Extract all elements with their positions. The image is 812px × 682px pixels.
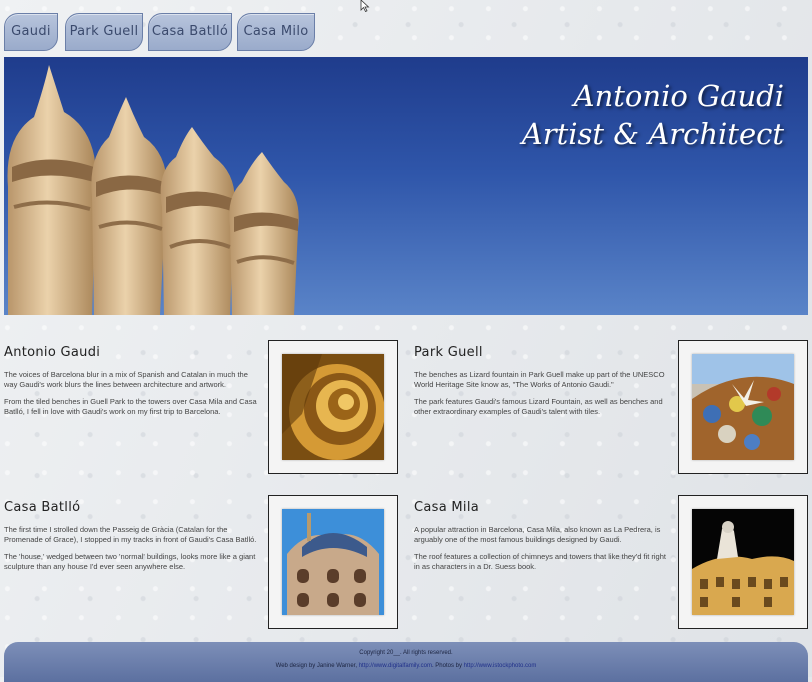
section-casa-batllo: Casa Batlló The first time I strolled do… bbox=[4, 495, 399, 634]
section-text: The benches as Lizard fountain in Park G… bbox=[414, 370, 669, 424]
tab-casa-milo[interactable]: Casa Milo bbox=[237, 13, 315, 51]
lizard-bench-photo bbox=[692, 354, 794, 460]
tab-gaudi[interactable]: Gaudi bbox=[4, 13, 58, 51]
photos-link[interactable]: http://www.istockphoto.com bbox=[464, 663, 537, 669]
tab-casa-batllo[interactable]: Casa Batlló bbox=[148, 13, 232, 51]
section-paragraph: The roof features a collection of chimne… bbox=[414, 552, 666, 571]
section-title: Antonio Gaudi bbox=[4, 345, 101, 360]
mouse-cursor-icon bbox=[360, 0, 370, 12]
section-paragraph: The 'house,' wedged between two 'normal'… bbox=[4, 552, 256, 571]
hero-banner: Antonio Gaudi Artist & Architect bbox=[4, 57, 808, 315]
footer: Copyright 20__. All rights reserved. Web… bbox=[4, 642, 808, 682]
casa-batllo-photo bbox=[282, 509, 384, 615]
section-park-guell: Park Guell The benches as Lizard fountai… bbox=[414, 340, 809, 479]
footer-photos-text: . Photos by bbox=[431, 663, 462, 669]
section-text: A popular attraction in Barcelona, Casa … bbox=[414, 525, 669, 579]
section-title: Park Guell bbox=[414, 345, 483, 360]
section-text: The first time I strolled down the Passe… bbox=[4, 525, 259, 579]
section-paragraph: The first time I strolled down the Passe… bbox=[4, 525, 257, 544]
section-casa-mila: Casa Mila A popular attraction in Barcel… bbox=[414, 495, 809, 634]
hero-title: Antonio Gaudi Artist & Architect bbox=[522, 77, 784, 153]
photo-frame[interactable] bbox=[268, 495, 398, 629]
section-paragraph: The park features Gaudi's famous Lizard … bbox=[414, 397, 663, 416]
photo-frame[interactable] bbox=[678, 340, 808, 474]
section-title: Casa Mila bbox=[414, 500, 480, 515]
section-title: Casa Batlló bbox=[4, 500, 81, 515]
hero-title-line1: Antonio Gaudi bbox=[573, 79, 784, 113]
staircase-photo bbox=[282, 354, 384, 460]
casa-mila-photo bbox=[692, 509, 794, 615]
photo-frame[interactable] bbox=[268, 340, 398, 474]
footer-copyright: Copyright 20__. All rights reserved. bbox=[359, 650, 453, 656]
hero-title-line2: Artist & Architect bbox=[521, 117, 784, 151]
section-antonio-gaudi: Antonio Gaudi The voices of Barcelona bl… bbox=[4, 340, 399, 479]
designer-link[interactable]: http://www.digitalfamily.com bbox=[359, 663, 432, 669]
section-paragraph: The benches as Lizard fountain in Park G… bbox=[414, 370, 665, 389]
section-text: The voices of Barcelona blur in a mix of… bbox=[4, 370, 259, 424]
photo-frame[interactable] bbox=[678, 495, 808, 629]
section-paragraph: A popular attraction in Barcelona, Casa … bbox=[414, 525, 661, 544]
section-paragraph: From the tiled benches in Guell Park to … bbox=[4, 397, 257, 416]
footer-design-text: Web design by Janine Warner, bbox=[275, 663, 358, 669]
footer-credits: Web design by Janine Warner, http://www.… bbox=[4, 663, 808, 669]
tab-park-guell[interactable]: Park Guell bbox=[65, 13, 143, 51]
section-paragraph: The voices of Barcelona blur in a mix of… bbox=[4, 370, 248, 389]
